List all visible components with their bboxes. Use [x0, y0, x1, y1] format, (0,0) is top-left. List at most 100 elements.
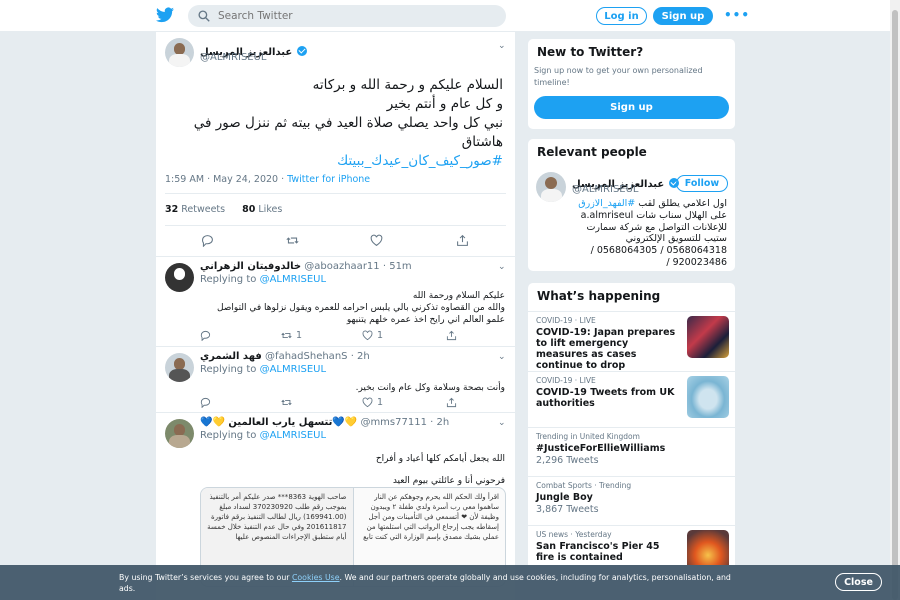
retweet-icon[interactable]: [286, 234, 299, 247]
trend-title: San Francisco's Pier 45 fire is containe…: [536, 541, 660, 563]
tweet-stats: 32 Retweets 80 Likes: [165, 204, 282, 215]
share-icon[interactable]: [446, 397, 461, 408]
bio-hashtag-link[interactable]: #الفهد_الازرق: [578, 198, 635, 209]
reply-tweet[interactable]: خالدوفيتان الزهراني @aboazhaar11 · 51m ⌄…: [156, 256, 515, 346]
reply-avatar[interactable]: [165, 263, 194, 292]
trend-title: #JusticeForEllieWilliams: [536, 443, 666, 454]
reply-time[interactable]: · 2h: [351, 351, 370, 362]
trend-item[interactable]: COVID-19 · LIVE COVID-19 Tweets from UK …: [528, 371, 735, 425]
reply-icon[interactable]: [201, 234, 214, 248]
trend-item[interactable]: COVID-19 · LIVE COVID-19: Japan prepares…: [528, 311, 735, 371]
login-button[interactable]: Log in: [596, 7, 647, 25]
trend-title: COVID-19: Japan prepares to lift emergen…: [536, 327, 676, 371]
replying-prefix: Replying to: [200, 430, 257, 441]
tweet-hashtag-link[interactable]: #صور_كيف_كان_عيدك_ببيتك: [166, 152, 503, 171]
tweet-text-line: السلام عليكم و رحمة الله و بركاته: [312, 77, 503, 93]
bio-line: اول اعلامي يطلق لقب #الفهد_الازرق: [536, 198, 727, 210]
trend-category: Combat Sports · Trending: [536, 481, 632, 490]
chevron-down-icon[interactable]: ⌄: [498, 418, 506, 428]
bio-line: 920023486 /: [666, 256, 727, 268]
replying-to-link[interactable]: @ALMRISEUL: [260, 364, 327, 375]
trend-count: 3,867 Tweets: [536, 504, 599, 515]
author-avatar[interactable]: [165, 38, 194, 67]
top-bar: Log in Sign up •••: [0, 0, 900, 32]
bio-line: ستيب للتسويق الإلكتروني: [625, 233, 727, 245]
reply-count[interactable]: [200, 397, 215, 409]
bio-line: للإعلانات التواصل مع شركة سمارت: [586, 221, 727, 233]
reply-time[interactable]: · 2h: [430, 417, 449, 428]
reply-text-line: علمو العالم اني رايح اخذ عمره خلهم يتنبه…: [346, 315, 505, 325]
trend-category: Trending in United Kingdom: [536, 432, 640, 441]
divider: [165, 225, 506, 226]
reply-count[interactable]: [200, 330, 215, 342]
whats-happening-card: What’s happening COVID-19 · LIVE COVID-1…: [527, 282, 736, 565]
replying-to: Replying to @ALMRISEUL: [200, 430, 326, 441]
trend-thumbnail: [687, 316, 729, 358]
likes-stat[interactable]: 80 Likes: [242, 204, 282, 215]
reply-time[interactable]: · 51m: [383, 261, 412, 272]
whats-happening-title: What’s happening: [537, 289, 661, 303]
trend-title: COVID-19 Tweets from UK authorities: [536, 387, 675, 409]
follow-button[interactable]: Follow: [676, 175, 728, 192]
reply-text-line: والله من القصاوه تذكرني بالي يلبس احرامه…: [216, 303, 505, 313]
tweet-text: السلام عليكم و رحمة الله و بركاته و كل ع…: [166, 76, 503, 171]
reply-tweet[interactable]: فهد الشمري @fahadShehanS · 2h ⌄ Replying…: [156, 346, 515, 412]
replying-prefix: Replying to: [200, 364, 257, 375]
reply-author-handle[interactable]: @aboazhaar11: [304, 261, 379, 272]
bio-text: اول اعلامي يطلق لقب: [635, 198, 727, 209]
retweets-count: 32: [165, 204, 179, 215]
chevron-down-icon[interactable]: ⌄: [498, 262, 506, 272]
new-to-twitter-card: New to Twitter? Sign up now to get your …: [527, 38, 736, 130]
like-count[interactable]: 1: [362, 397, 383, 408]
trend-item[interactable]: Combat Sports · Trending Jungle Boy 3,86…: [528, 476, 735, 524]
signup-button[interactable]: Sign up: [653, 7, 713, 25]
retweet-count[interactable]: [281, 397, 296, 408]
verified-badge-icon: [297, 45, 308, 56]
share-icon[interactable]: [456, 234, 469, 247]
search-input[interactable]: [218, 10, 468, 22]
relevant-handle[interactable]: @ALMRISEUL: [572, 184, 639, 195]
reply-text-line: عليكم السلام ورحمة الله: [412, 291, 505, 301]
more-menu-icon[interactable]: •••: [724, 8, 750, 22]
reply-avatar[interactable]: [165, 419, 194, 448]
chevron-down-icon[interactable]: ⌄: [498, 41, 506, 51]
trend-category: COVID-19 · LIVE: [536, 316, 596, 325]
cookies-use-link[interactable]: Cookies Use: [292, 573, 340, 582]
scrollbar-thumb[interactable]: [892, 10, 898, 600]
trend-item[interactable]: Trending in United Kingdom #JusticeForEl…: [528, 427, 735, 475]
author-handle[interactable]: @ALMRISEUL: [200, 52, 267, 63]
like-count-value: 1: [377, 397, 384, 408]
reply-header: 💙💛 تتسهل يارب العالمين💙💛 @mms77111 · 2h: [200, 417, 449, 428]
tweet-meta: 1:59 AM · May 24, 2020 · Twitter for iPh…: [165, 174, 370, 185]
retweets-label: Retweets: [181, 204, 226, 215]
reply-avatar[interactable]: [165, 353, 194, 382]
sidebar-signup-button[interactable]: Sign up: [534, 96, 729, 119]
cookie-banner: By using Twitter’s services you agree to…: [0, 565, 900, 600]
tweet-text-line: نبي كل واحد يصلي صلاة العيد في بيته ثم ن…: [193, 115, 503, 150]
cookie-close-button[interactable]: Close: [835, 573, 882, 591]
twitter-logo-icon[interactable]: [156, 7, 174, 23]
reply-header: فهد الشمري @fahadShehanS · 2h: [200, 351, 370, 362]
replying-to: Replying to @ALMRISEUL: [200, 274, 326, 285]
like-count[interactable]: 1: [362, 330, 383, 341]
trend-item[interactable]: US news · Yesterday San Francisco's Pier…: [528, 525, 735, 565]
share-icon[interactable]: [446, 330, 461, 341]
replying-to-link[interactable]: @ALMRISEUL: [260, 274, 327, 285]
retweets-stat[interactable]: 32 Retweets: [165, 204, 225, 215]
tweet-source-link[interactable]: Twitter for iPhone: [287, 174, 370, 185]
replying-to-link[interactable]: @ALMRISEUL: [260, 430, 327, 441]
chevron-down-icon[interactable]: ⌄: [498, 352, 506, 362]
page-scrollbar[interactable]: [890, 0, 900, 600]
like-icon[interactable]: [370, 234, 383, 247]
reply-text-line: وأنت بصحة وسلامة وكل عام وانت بخير.: [355, 383, 505, 393]
bio-line: على الهلال سناب شات a.almriseul: [580, 209, 727, 221]
search-box[interactable]: [188, 5, 506, 27]
new-to-twitter-title: New to Twitter?: [537, 45, 644, 59]
reply-author-name[interactable]: خالدوفيتان الزهراني: [200, 261, 301, 272]
reply-author-name[interactable]: 💙💛 تتسهل يارب العالمين💙💛: [200, 417, 357, 428]
reply-author-handle[interactable]: @fahadShehanS: [265, 351, 347, 362]
reply-author-handle[interactable]: @mms77111: [360, 417, 427, 428]
tweet-timestamp[interactable]: 1:59 AM · May 24, 2020 ·: [165, 174, 287, 185]
retweet-count[interactable]: 1: [281, 330, 302, 341]
reply-author-name[interactable]: فهد الشمري: [200, 351, 262, 362]
